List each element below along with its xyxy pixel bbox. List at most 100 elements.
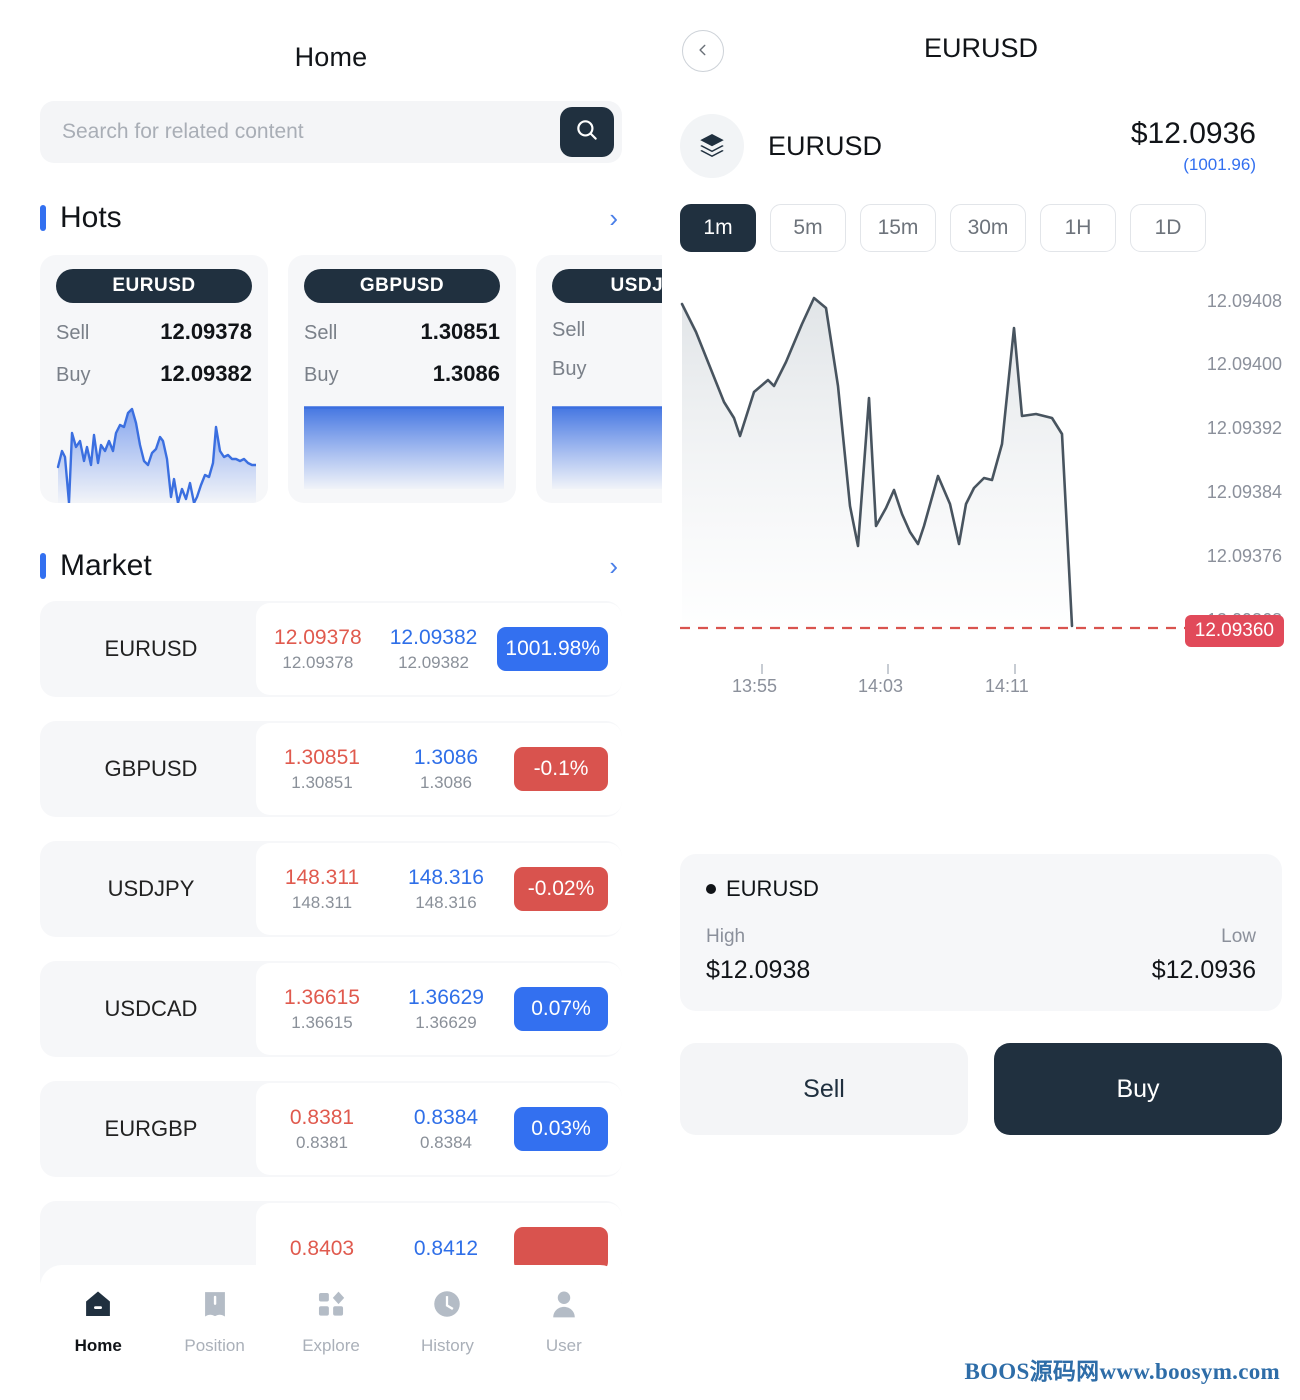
nav-label: User (545, 1336, 582, 1355)
nav-item-position[interactable]: Position (156, 1287, 272, 1356)
y-axis-tick: 12.09400 (1206, 354, 1282, 374)
search-button[interactable] (560, 107, 614, 157)
nav-label: Position (184, 1336, 245, 1355)
table-row[interactable]: USDJPY 148.311 148.311 148.316 148.316 -… (40, 841, 622, 937)
clock-icon (430, 1287, 464, 1326)
home-panel: Home Hots › EURUSD Sell 12.0 (0, 0, 662, 1400)
y-axis-tick: 12.09384 (1206, 482, 1282, 502)
nav-item-user[interactable]: User (506, 1287, 622, 1356)
market-values: 12.09378 12.09378 12.09382 12.09382 1001… (256, 603, 622, 695)
hot-cards-scroller[interactable]: EURUSD Sell 12.09378 Buy 12.09382 GBPUSD… (0, 255, 662, 511)
hot-sell-label: Sell (304, 322, 338, 344)
market-sell: 0.8403 (289, 1236, 355, 1260)
detail-panel: EURUSD EURUSD $12.0936 (1001.96) 1m 5m 1… (662, 0, 1300, 1400)
detail-title: EURUSD (923, 33, 1038, 63)
hot-card[interactable]: USDJPY Sell Buy (536, 255, 662, 503)
hot-buy-value: 12.09382 (160, 361, 252, 386)
market-list: EURUSD 12.09378 12.09378 12.09382 12.093… (0, 601, 662, 1297)
price-chart-svg (680, 296, 1282, 674)
table-row[interactable]: USDCAD 1.36615 1.36615 1.36629 1.36629 0… (40, 961, 622, 1057)
hot-sell-value: 1.30851 (420, 319, 500, 344)
market-symbol: EURUSD (104, 636, 198, 661)
x-axis-tick: 14:11 (985, 676, 1029, 696)
tab-1d[interactable]: 1D (1130, 204, 1206, 252)
market-sell-cell: 1.30851 1.30851 (260, 745, 384, 793)
search-bar[interactable] (40, 101, 622, 163)
nav-item-history[interactable]: History (389, 1287, 505, 1356)
current-price-tag: 12.09360 (1184, 615, 1284, 647)
info-card-symbol: EURUSD (726, 876, 819, 901)
market-sell: 12.09378 (274, 626, 362, 650)
y-axis-tick: 12.09376 (1206, 546, 1282, 566)
section-accent-bar (40, 553, 46, 579)
tab-15m[interactable]: 15m (860, 204, 936, 252)
low-label: Low (1221, 926, 1256, 947)
table-row[interactable]: EURGBP 0.8381 0.8381 0.8384 0.8384 0.03% (40, 1081, 622, 1177)
market-sell-cell: 0.8381 0.8381 (260, 1105, 384, 1153)
market-sell: 0.8381 (289, 1106, 355, 1130)
detail-header: EURUSD (662, 0, 1300, 96)
nav-item-home[interactable]: Home (40, 1287, 156, 1356)
market-sell: 1.30851 (284, 746, 360, 770)
hot-buy-label: Buy (552, 358, 587, 380)
status-badge: 0.03% (514, 1107, 608, 1151)
price-chart[interactable]: 12.09408 12.09400 12.09392 12.09384 12.0… (662, 276, 1300, 836)
nav-label: History (420, 1336, 474, 1355)
hot-card-sparkline (552, 406, 662, 489)
market-sell: 1.36615 (284, 986, 360, 1010)
market-sell-sub: 12.09378 (282, 652, 354, 672)
symbol-name: EURUSD (768, 130, 883, 161)
high-column: High $12.0938 (706, 926, 810, 985)
home-icon (81, 1287, 115, 1326)
market-buy-cell: 12.09382 12.09382 (376, 625, 492, 673)
low-value: $12.0936 (1151, 956, 1256, 984)
table-row[interactable]: EURUSD 12.09378 12.09378 12.09382 12.093… (40, 601, 622, 697)
market-title: Market (60, 549, 152, 582)
sell-button[interactable]: Sell (680, 1043, 968, 1135)
hot-buy-value: 1.3086 (432, 361, 500, 386)
hots-chevron-right-icon[interactable]: › (609, 205, 622, 231)
x-axis-tick: 13:55 (732, 676, 778, 696)
market-buy: 1.36629 (408, 986, 484, 1010)
chevron-left-icon (696, 40, 710, 63)
market-sell-cell: 148.311 148.311 (260, 865, 384, 913)
status-badge: 1001.98% (497, 627, 608, 671)
market-buy-cell: 0.8412 (384, 1236, 508, 1262)
app-root: Home Hots › EURUSD Sell 12.0 (0, 0, 1300, 1400)
hot-sell-value: 12.09378 (160, 319, 252, 344)
market-buy: 12.09382 (389, 626, 478, 650)
tab-1m[interactable]: 1m (680, 204, 756, 252)
symbol-subprice: (1001.96) (1183, 155, 1256, 174)
buy-button[interactable]: Buy (994, 1043, 1282, 1135)
market-section-header[interactable]: Market › (40, 545, 622, 587)
tab-30m[interactable]: 30m (950, 204, 1026, 252)
layers-icon (680, 114, 744, 178)
hot-sell-label: Sell (552, 319, 586, 341)
hots-title: Hots (60, 201, 122, 234)
market-buy-cell: 0.8384 0.8384 (384, 1105, 508, 1153)
market-buy: 0.8384 (413, 1106, 479, 1130)
table-row[interactable]: GBPUSD 1.30851 1.30851 1.3086 1.3086 -0.… (40, 721, 622, 817)
market-values: 148.311 148.311 148.316 148.316 -0.02% (256, 843, 622, 935)
back-button[interactable] (682, 30, 724, 72)
hots-section-header[interactable]: Hots › (40, 197, 622, 239)
timeframe-tabs: 1m 5m 15m 30m 1H 1D (662, 178, 1300, 252)
market-buy-sub: 0.8384 (420, 1132, 472, 1152)
user-icon (547, 1287, 581, 1326)
nav-label: Explore (302, 1336, 360, 1355)
market-chevron-right-icon[interactable]: › (609, 553, 622, 579)
tab-5m[interactable]: 5m (770, 204, 846, 252)
hot-buy-label: Buy (304, 364, 339, 386)
tab-1h[interactable]: 1H (1040, 204, 1116, 252)
hot-card[interactable]: GBPUSD Sell 1.30851 Buy 1.3086 (288, 255, 516, 503)
low-column: Low $12.0936 (1152, 926, 1256, 985)
ohlc-info-card: EURUSD High $12.0938 Low $12.0936 (680, 854, 1282, 1011)
y-axis-tick: 12.09408 (1206, 291, 1282, 311)
watermark: BOOS源码网www.boosym.com (964, 1359, 1280, 1384)
nav-item-explore[interactable]: Explore (273, 1287, 389, 1356)
hot-card[interactable]: EURUSD Sell 12.09378 Buy 12.09382 (40, 255, 268, 503)
search-input[interactable] (62, 120, 560, 144)
status-badge: -0.02% (514, 867, 608, 911)
hot-buy-label: Buy (56, 364, 91, 386)
nav-label: Home (74, 1336, 122, 1355)
